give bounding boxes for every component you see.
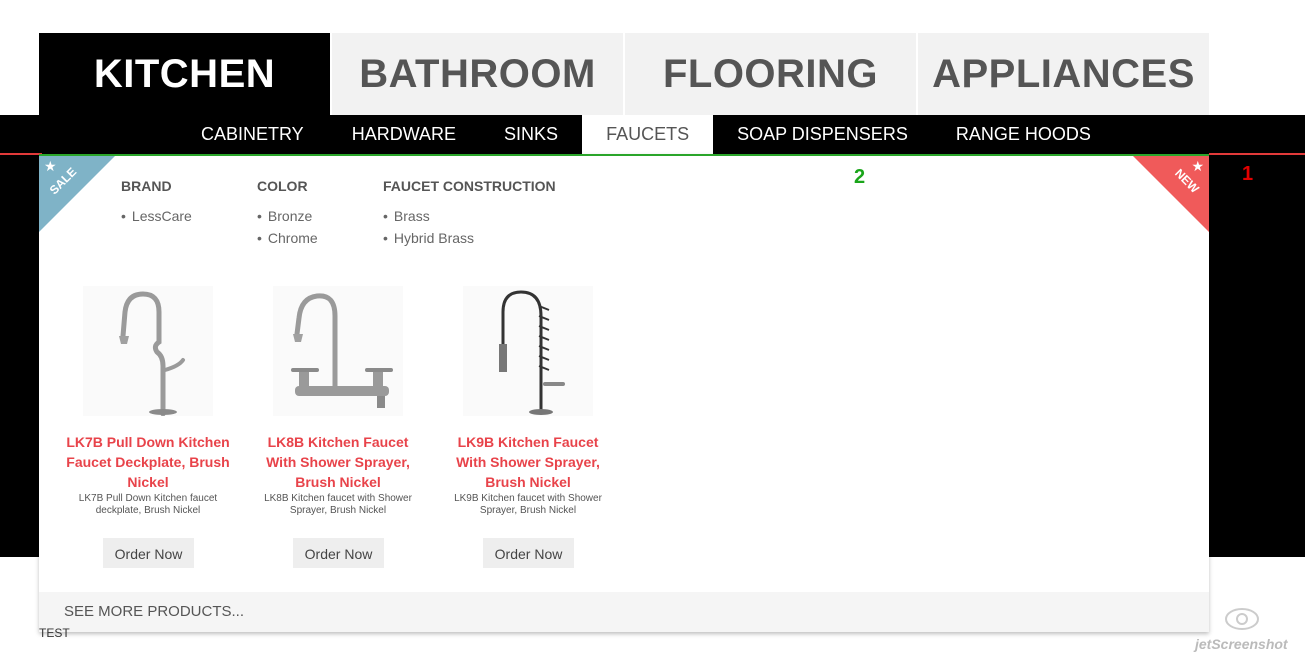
sub-item-range-hoods[interactable]: RANGE HOODS (932, 115, 1115, 154)
filter-heading: COLOR (257, 178, 308, 194)
product-image-lk7b[interactable] (83, 286, 213, 417)
see-more-products-link[interactable]: SEE MORE PRODUCTS... (39, 592, 1209, 632)
camera-icon (1222, 606, 1262, 637)
filter-faucet-construction: FAUCET CONSTRUCTION Brass Hybrid Brass (383, 178, 556, 252)
product-title[interactable]: LK9B Kitchen Faucet With Shower Sprayer,… (443, 432, 613, 492)
new-ribbon: ★ NEW (1133, 156, 1209, 232)
tab-kitchen[interactable]: KITCHEN (39, 33, 330, 115)
filter-option-brass[interactable]: Brass (383, 208, 556, 224)
order-now-button-lk9b[interactable]: Order Now (483, 538, 574, 568)
annotation-marker-1: 1 (1242, 163, 1254, 185)
test-label: TEST (39, 626, 70, 640)
filter-option-bronze[interactable]: Bronze (257, 208, 318, 224)
product-title[interactable]: LK8B Kitchen Faucet With Shower Sprayer,… (253, 432, 423, 492)
sub-item-hardware[interactable]: HARDWARE (328, 115, 480, 154)
product-image-lk8b[interactable] (273, 286, 403, 416)
tab-flooring[interactable]: FLOORING (623, 33, 916, 115)
product-card-lk9b: LK9B Kitchen Faucet With Shower Sprayer,… (443, 286, 613, 517)
product-description: LK8B Kitchen faucet with Shower Sprayer,… (264, 493, 412, 516)
filter-option-lesscare[interactable]: LessCare (121, 208, 192, 224)
filter-brand: BRAND LessCare (121, 178, 192, 230)
filter-heading: FAUCET CONSTRUCTION (383, 178, 556, 194)
red-guide-line-right (1209, 153, 1305, 155)
product-description: LK9B Kitchen faucet with Shower Sprayer,… (454, 493, 602, 516)
subcategory-nav: CABINETRY HARDWARE SINKS FAUCETS SOAP DI… (0, 115, 1305, 154)
sub-item-soap-dispensers[interactable]: SOAP DISPENSERS (713, 115, 932, 154)
tab-bathroom[interactable]: BATHROOM (330, 33, 623, 115)
annotation-marker-2: 2 (854, 166, 866, 188)
star-icon: ★ (44, 158, 57, 174)
sale-ribbon: ★ SALE (39, 156, 115, 232)
product-card-lk8b: LK8B Kitchen Faucet With Shower Sprayer,… (253, 286, 423, 517)
watermark-logo: jetScreenshot (1195, 636, 1288, 652)
filter-option-hybrid-brass[interactable]: Hybrid Brass (383, 230, 556, 246)
order-now-button-lk7b[interactable]: Order Now (103, 538, 194, 568)
filter-option-chrome[interactable]: Chrome (257, 230, 318, 246)
product-description: LK7B Pull Down Kitchen faucet deckplate,… (78, 493, 218, 516)
filter-heading: BRAND (121, 178, 172, 194)
red-guide-line-left (0, 153, 42, 155)
mega-menu-panel: ★ SALE ★ NEW BRAND LessCare COLOR Bronze… (39, 154, 1209, 632)
product-card-lk7b: LK7B Pull Down Kitchen Faucet Deckplate,… (63, 286, 233, 517)
star-icon: ★ (1191, 158, 1204, 174)
sub-item-faucets[interactable]: FAUCETS (582, 115, 714, 154)
product-title[interactable]: LK7B Pull Down Kitchen Faucet Deckplate,… (63, 432, 233, 492)
tab-appliances[interactable]: APPLIANCES (916, 33, 1209, 115)
product-image-lk9b[interactable] (463, 286, 593, 416)
sub-item-cabinetry[interactable]: CABINETRY (177, 115, 328, 154)
main-category-tabs: KITCHEN BATHROOM FLOORING APPLIANCES (39, 33, 1209, 115)
sub-item-sinks[interactable]: SINKS (480, 115, 582, 154)
filter-color: COLOR Bronze Chrome (257, 178, 318, 252)
order-now-button-lk8b[interactable]: Order Now (293, 538, 384, 568)
